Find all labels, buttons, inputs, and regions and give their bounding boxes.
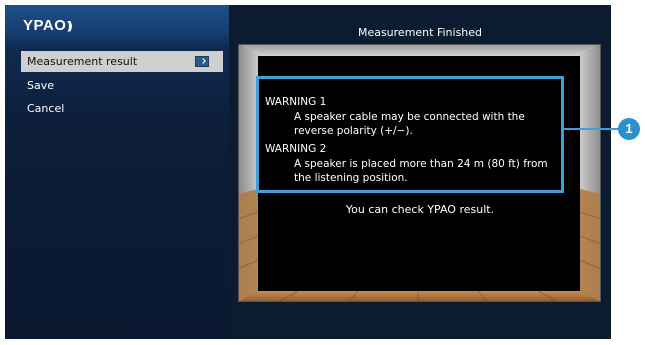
callout-line (564, 128, 618, 130)
logo-text: YPAO (23, 17, 67, 34)
menu-item-measurement-result[interactable]: Measurement result (21, 51, 223, 72)
check-result-message: You can check YPAO result. (345, 203, 495, 216)
sound-waves-icon: ))) (67, 20, 72, 32)
ypao-logo: YPAO))) (23, 17, 72, 34)
warning-heading: WARNING 2 (265, 143, 327, 155)
menu-item-save[interactable]: Save (21, 75, 223, 96)
warning-text: A speaker cable may be connected with th… (294, 111, 525, 137)
warning-heading: WARNING 1 (265, 96, 327, 108)
menu-item-label: Measurement result (27, 55, 138, 68)
sidebar: YPAO))) Measurement result Save Cancel (5, 5, 229, 339)
warning-box: WARNING 1 A speaker cable may be connect… (256, 76, 564, 193)
menu-item-cancel[interactable]: Cancel (21, 98, 223, 119)
warning-text: A speaker is placed more than 24 m (80 f… (294, 158, 548, 184)
page-title: Measurement Finished (357, 26, 483, 39)
menu-item-label: Save (27, 79, 55, 92)
return-icon (195, 56, 209, 67)
ypao-screen: YPAO))) Measurement result Save Cancel M… (5, 5, 611, 339)
callout-number-badge: 1 (618, 118, 640, 140)
menu-item-label: Cancel (27, 102, 65, 115)
